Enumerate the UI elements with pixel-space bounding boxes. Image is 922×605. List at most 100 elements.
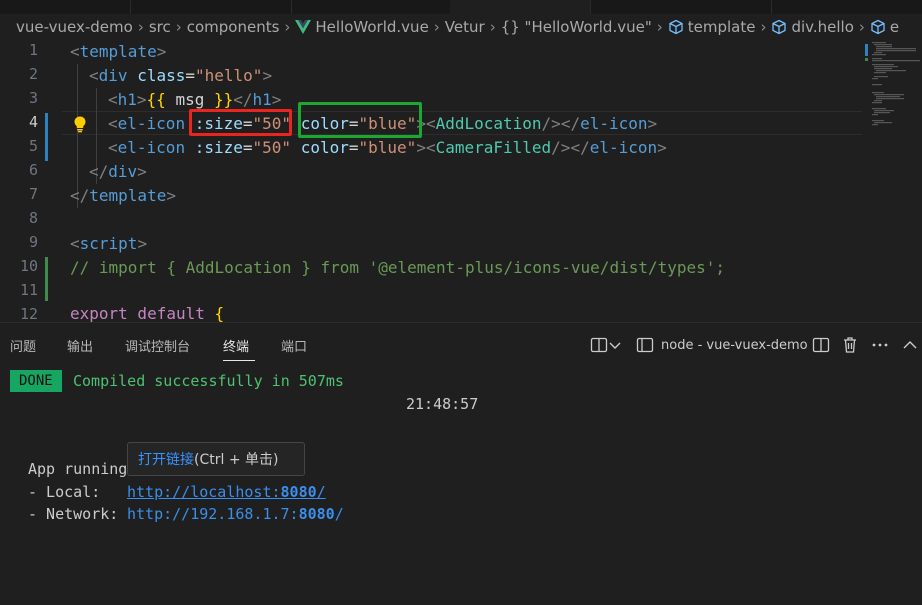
compile-status: Compiled successfully in 507ms <box>73 372 344 390</box>
token: > <box>137 234 148 253</box>
status-badge: DONE <box>10 370 62 392</box>
more-actions-button[interactable] <box>871 334 889 356</box>
breadcrumb-item-more[interactable]: e <box>870 18 899 36</box>
editor-tab-active[interactable] <box>450 0 591 14</box>
tab-output[interactable]: 输出 <box>67 336 93 355</box>
timestamp: 21:48:57 <box>406 395 479 413</box>
breadcrumb-label: div.hello <box>791 18 854 36</box>
terminal-selector[interactable]: node - vue-vuex-demo <box>636 334 808 356</box>
line-number: 11 <box>19 281 38 299</box>
token: > <box>137 162 147 181</box>
token: script <box>79 234 138 253</box>
modified-line-indicator[interactable] <box>45 113 48 161</box>
editor-tab[interactable] <box>0 0 131 14</box>
token: > <box>262 66 273 85</box>
breadcrumb-item-template[interactable]: template <box>668 18 756 36</box>
code-editor[interactable]: 1 2 3 4 5 6 7 8 9 10 11 12 <template> <d… <box>0 40 922 322</box>
cube-icon <box>871 19 885 35</box>
token: el-icon <box>580 114 648 133</box>
token: {{ <box>146 90 166 109</box>
breadcrumb-item-src[interactable]: src <box>149 18 171 36</box>
token: template <box>79 42 157 61</box>
code-area[interactable]: <template> <div class="hello"> <h1>{{ ms… <box>70 40 870 322</box>
token: "hello" <box>195 66 263 85</box>
token: div <box>108 162 138 181</box>
maximize-panel-button[interactable] <box>902 334 918 356</box>
breadcrumb-label: components <box>186 18 280 36</box>
token: > <box>166 186 176 205</box>
breadcrumb-item-div[interactable]: div.hello <box>771 18 854 36</box>
breadcrumb-item-vetur[interactable]: Vetur <box>445 18 485 36</box>
breadcrumb: vue-vuex-demo › src › components › Hello… <box>0 14 922 40</box>
token: < <box>108 90 118 109</box>
vue-file-icon <box>295 20 312 34</box>
line-number: 8 <box>28 209 38 227</box>
token: /></ <box>541 114 581 133</box>
token: :size <box>194 138 243 157</box>
cube-icon <box>669 19 683 35</box>
url-port: 8080 <box>280 483 317 501</box>
active-tab-indicator <box>223 360 255 361</box>
breadcrumb-item-module[interactable]: {} "HelloWorld.vue" <box>501 18 652 36</box>
editor-tab[interactable] <box>772 0 922 14</box>
editor-tab[interactable] <box>591 0 772 14</box>
chevron-right-icon: › <box>760 18 767 36</box>
line-number-active: 4 <box>28 113 38 131</box>
token: > <box>156 42 167 61</box>
token: "50" <box>252 138 292 157</box>
line-number: 3 <box>28 89 38 107</box>
chevron-right-icon: › <box>489 18 496 36</box>
token: < <box>70 42 80 61</box>
lightbulb-icon[interactable] <box>71 115 89 133</box>
breadcrumb-item-file[interactable]: HelloWorld.vue <box>295 18 429 36</box>
code-line-2: <div class="hello"> <box>89 64 272 88</box>
link-tooltip: 打开链接 (Ctrl + 单击) <box>127 442 305 476</box>
split-panel-icon <box>812 337 830 353</box>
minimap[interactable] <box>864 40 922 322</box>
local-url-link[interactable]: http://localhost:8080/ <box>127 483 326 501</box>
token: }} <box>213 90 234 109</box>
token: </ <box>233 90 253 109</box>
tab-problems[interactable]: 问题 <box>10 336 36 355</box>
editor-tab[interactable] <box>300 0 451 14</box>
highlight-box-green <box>298 102 422 138</box>
breadcrumb-item-components[interactable]: components <box>187 18 280 36</box>
token: = <box>242 138 253 157</box>
added-line-indicator[interactable] <box>45 257 48 301</box>
line-number: 1 <box>28 41 38 59</box>
line-number: 6 <box>28 161 38 179</box>
token: "blue" <box>358 138 417 157</box>
tab-terminal[interactable]: 终端 <box>223 336 249 355</box>
cube-icon <box>772 19 787 35</box>
breadcrumb-item-project[interactable]: vue-vuex-demo <box>16 18 133 36</box>
tab-ports[interactable]: 端口 <box>281 336 307 355</box>
chevron-right-icon: › <box>284 18 291 36</box>
network-url-link[interactable]: http://192.168.1.7:8080/ <box>127 505 344 523</box>
open-link-action[interactable]: 打开链接 <box>138 449 194 469</box>
kill-terminal-button[interactable] <box>841 334 859 356</box>
token: el-icon <box>589 138 658 157</box>
split-terminal-button[interactable] <box>590 334 622 356</box>
network-label: - Network: <box>28 505 128 523</box>
local-label: - Local: <box>28 483 128 501</box>
split-panel-button[interactable] <box>812 334 830 356</box>
breadcrumb-label: Vetur <box>444 18 485 36</box>
token: el-icon <box>117 138 186 157</box>
editor-tab[interactable] <box>131 0 292 14</box>
terminal-output[interactable]: DONE Compiled successfully in 507ms 21:4… <box>0 367 922 605</box>
code-line-12: export default { <box>70 302 224 322</box>
breadcrumb-label: template <box>687 18 756 36</box>
token: h1 <box>117 90 137 109</box>
chevron-right-icon: › <box>175 18 182 36</box>
trash-icon <box>844 337 856 353</box>
code-line-1: <template> <box>70 40 166 64</box>
tab-debug-console[interactable]: 调试控制台 <box>125 336 190 355</box>
token: { <box>214 304 225 322</box>
token: AddLocation <box>435 114 542 133</box>
token: < <box>70 234 80 253</box>
ellipsis-icon <box>872 343 888 347</box>
chevron-right-icon: › <box>858 18 865 36</box>
breadcrumb-label: e <box>889 18 900 36</box>
